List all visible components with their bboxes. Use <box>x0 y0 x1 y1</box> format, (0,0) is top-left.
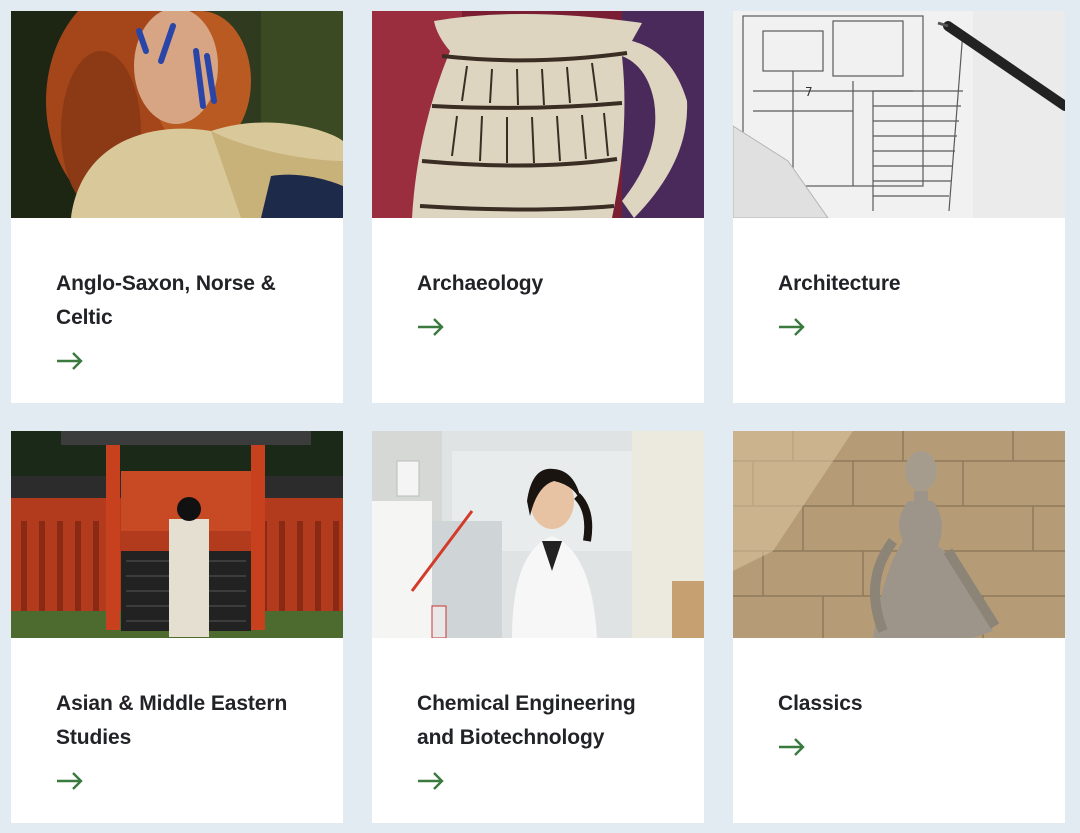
subject-card-classics[interactable]: Classics <box>733 431 1065 823</box>
arrow-right-icon[interactable] <box>778 737 806 757</box>
roman-statue-photo <box>733 431 1065 638</box>
card-body: Archaeology <box>417 267 674 337</box>
arrow-right-icon[interactable] <box>56 351 84 371</box>
card-title: Archaeology <box>417 272 544 295</box>
card-title: Anglo-Saxon, Norse & Celtic <box>56 272 276 329</box>
ancient-jug-photo <box>372 11 704 218</box>
architectural-plan-photo: 7 <box>733 11 1065 218</box>
svg-text:7: 7 <box>805 85 813 99</box>
woman-with-face-paint-photo <box>11 11 343 218</box>
card-body: Chemical Engineering and Biotechnology <box>417 687 674 791</box>
card-title: Classics <box>778 692 863 715</box>
card-title: Chemical Engineering and Biotechnology <box>417 692 636 749</box>
subject-card-architecture[interactable]: 7 Architecture <box>733 11 1065 403</box>
scientist-in-lab-photo <box>372 431 704 638</box>
arrow-right-icon[interactable] <box>778 317 806 337</box>
card-title: Architecture <box>778 272 901 295</box>
card-body: Classics <box>778 687 1035 757</box>
arrow-right-icon[interactable] <box>417 317 445 337</box>
subject-card-grid: Anglo-Saxon, Norse & Celtic Archaeology <box>0 0 1080 833</box>
subject-card-chemical-engineering[interactable]: Chemical Engineering and Biotechnology <box>372 431 704 823</box>
subject-card-archaeology[interactable]: Archaeology <box>372 11 704 403</box>
arrow-right-icon[interactable] <box>417 771 445 791</box>
subject-card-anglo-saxon[interactable]: Anglo-Saxon, Norse & Celtic <box>11 11 343 403</box>
card-body: Asian & Middle Eastern Studies <box>56 687 313 791</box>
subject-card-asian-middle-eastern[interactable]: Asian & Middle Eastern Studies <box>11 431 343 823</box>
card-title: Asian & Middle Eastern Studies <box>56 692 288 749</box>
card-body: Architecture <box>778 267 1035 337</box>
japanese-shrine-photo <box>11 431 343 638</box>
arrow-right-icon[interactable] <box>56 771 84 791</box>
card-body: Anglo-Saxon, Norse & Celtic <box>56 267 313 371</box>
